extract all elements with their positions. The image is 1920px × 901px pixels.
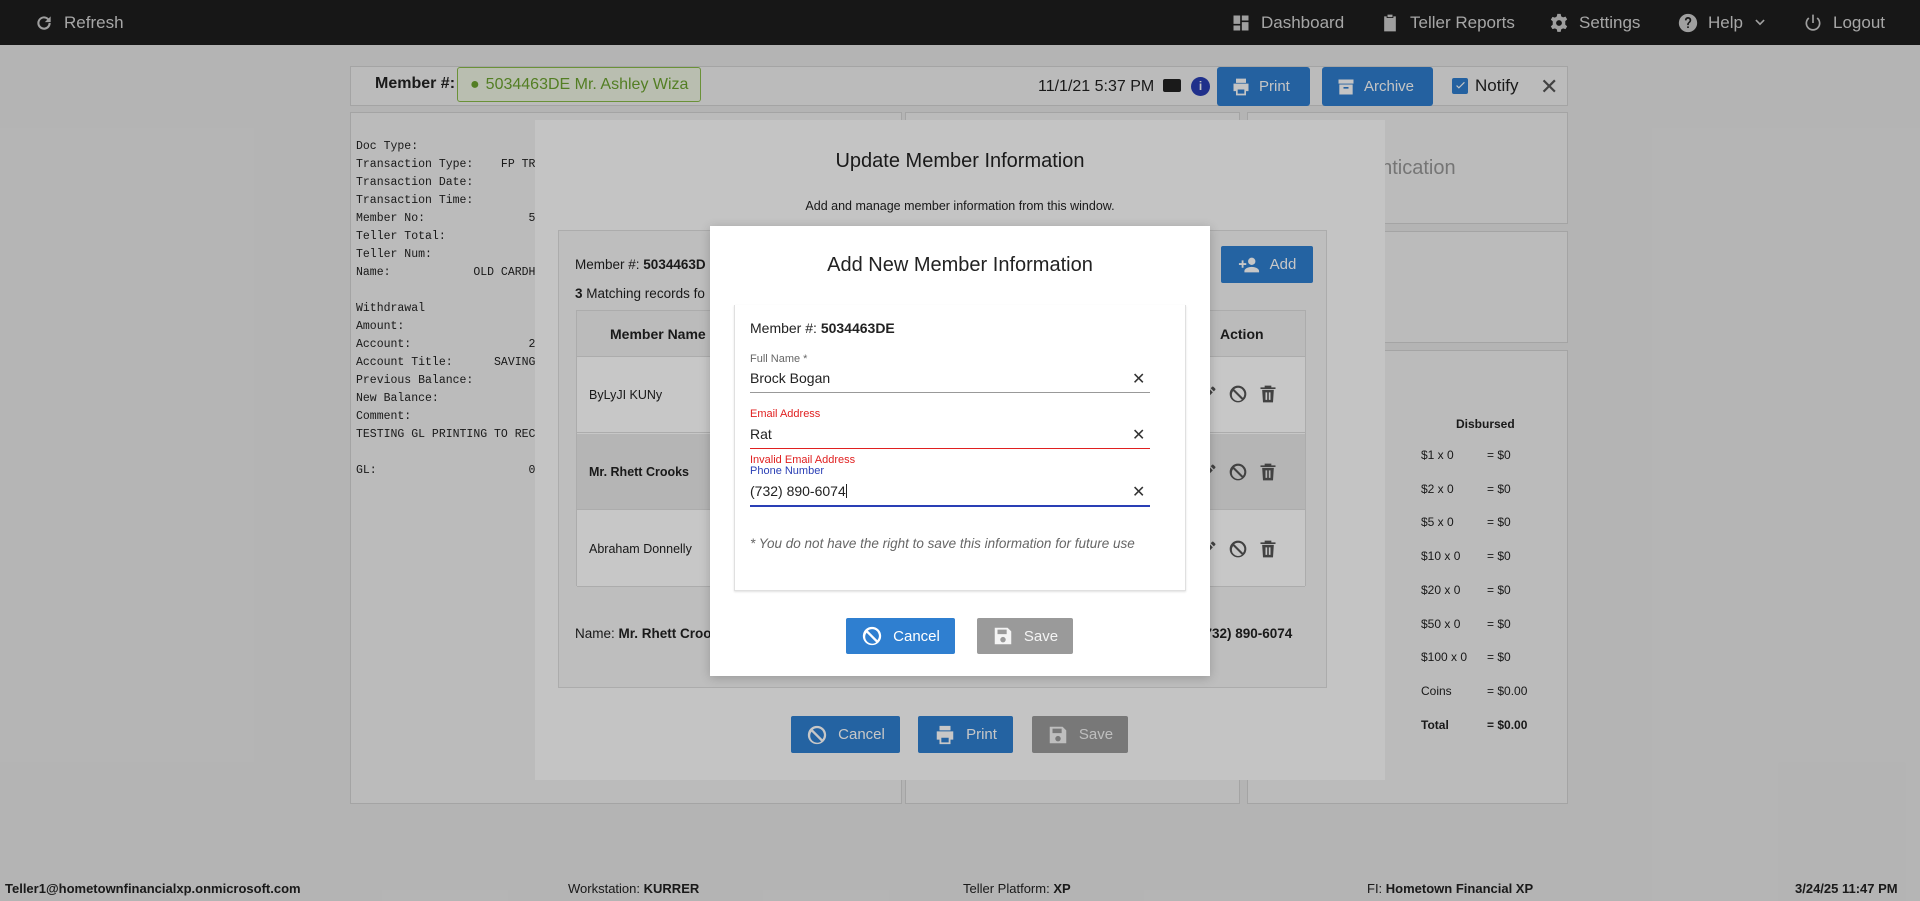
full-name-underline <box>750 392 1150 393</box>
email-label: Email Address <box>750 408 821 420</box>
add-save-button[interactable]: Save <box>977 618 1073 654</box>
clear-phone-icon[interactable]: ✕ <box>1132 482 1145 502</box>
add-modal-title: Add New Member Information <box>827 254 1093 276</box>
phone-input[interactable]: (732) 890-6074 <box>750 483 1120 499</box>
clear-email-icon[interactable]: ✕ <box>1132 425 1145 445</box>
add-cancel-button[interactable]: Cancel <box>846 618 955 654</box>
ban-icon <box>862 626 882 646</box>
privacy-notice: * You do not have the right to save this… <box>750 536 1135 551</box>
text-cursor <box>845 484 847 498</box>
email-underline <box>750 448 1150 449</box>
add-member-number: Member #: 5034463DE <box>750 320 895 336</box>
phone-underline <box>750 505 1150 507</box>
full-name-input[interactable]: Brock Bogan <box>750 370 1120 386</box>
email-input[interactable]: Rat <box>750 426 1120 442</box>
floppy-disk-icon <box>994 627 1012 645</box>
phone-label: Phone Number <box>750 465 824 477</box>
clear-full-name-icon[interactable]: ✕ <box>1132 369 1145 389</box>
full-name-label: Full Name * <box>750 353 808 365</box>
